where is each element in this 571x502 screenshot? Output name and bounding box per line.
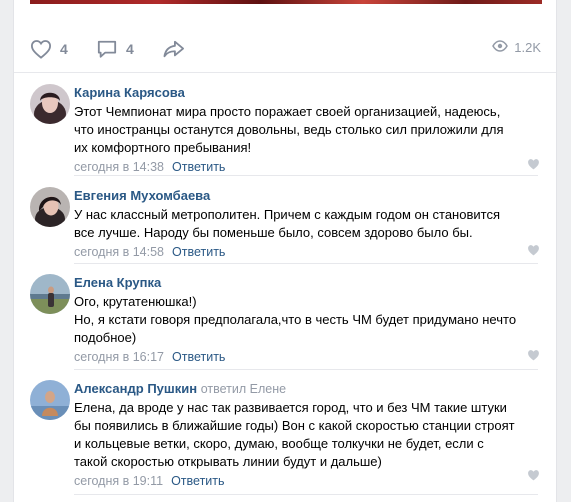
share-button[interactable] bbox=[162, 36, 186, 62]
eye-icon bbox=[492, 40, 509, 55]
comment-separator bbox=[74, 263, 538, 264]
heart-icon bbox=[527, 157, 540, 174]
comment-meta: сегодня в 14:58 Ответить bbox=[74, 243, 540, 261]
comment-text: Этот Чемпионат мира просто поражает свое… bbox=[74, 104, 504, 155]
reply-button[interactable]: Ответить bbox=[171, 474, 224, 488]
comment-timestamp[interactable]: сегодня в 14:38 bbox=[74, 160, 164, 174]
share-arrow-icon bbox=[162, 39, 186, 59]
comment-like-button[interactable] bbox=[527, 243, 540, 261]
comment-separator bbox=[74, 175, 538, 176]
comment-like-button[interactable] bbox=[527, 468, 540, 486]
comment-timestamp[interactable]: сегодня в 19:11 bbox=[74, 474, 163, 488]
views-count: 1.2K bbox=[514, 40, 541, 55]
actions-divider bbox=[14, 72, 556, 73]
comment-button[interactable]: 4 bbox=[96, 36, 134, 62]
comment-text: Ого, крутатенюшка!) Но, я кстати говоря … bbox=[74, 294, 517, 345]
comment-separator bbox=[74, 494, 538, 495]
comment-timestamp[interactable]: сегодня в 16:17 bbox=[74, 350, 164, 364]
heart-icon bbox=[527, 468, 540, 485]
replied-to-label[interactable]: ответил Елене bbox=[201, 382, 286, 396]
post-photo[interactable] bbox=[30, 0, 542, 4]
heart-icon bbox=[527, 348, 540, 365]
comment-timestamp[interactable]: сегодня в 14:58 bbox=[74, 245, 164, 259]
comment-author[interactable]: Елена Крупка bbox=[74, 274, 540, 292]
post-actions-bar: 4 4 1.2K bbox=[14, 32, 556, 68]
post-card: 4 4 1.2K Карина Карясова Этот Чемпионат … bbox=[13, 0, 557, 502]
reply-button[interactable]: Ответить bbox=[172, 350, 225, 364]
reply-button[interactable]: Ответить bbox=[172, 245, 225, 259]
comment-like-button[interactable] bbox=[527, 157, 540, 175]
avatar[interactable] bbox=[30, 84, 70, 124]
comment-author[interactable]: Александр Пушкин ответил Елене bbox=[74, 380, 540, 398]
comment-separator bbox=[74, 369, 538, 370]
avatar[interactable] bbox=[30, 187, 70, 227]
heart-outline-icon bbox=[30, 39, 52, 59]
comment-meta: сегодня в 14:38 Ответить bbox=[74, 158, 540, 176]
comment-author[interactable]: Евгения Мухомбаева bbox=[74, 187, 540, 205]
speech-bubble-icon bbox=[96, 39, 118, 59]
avatar[interactable] bbox=[30, 380, 70, 420]
comment-count: 4 bbox=[126, 41, 134, 57]
heart-icon bbox=[527, 243, 540, 260]
reply-button[interactable]: Ответить bbox=[172, 160, 225, 174]
avatar[interactable] bbox=[30, 274, 70, 314]
views-counter: 1.2K bbox=[492, 40, 541, 55]
comment-text: У нас классный метрополитен. Причем с ка… bbox=[74, 207, 500, 240]
comment-meta: сегодня в 19:11 Ответить bbox=[74, 472, 540, 490]
comment-text: Елена, да вроде у нас так развивается го… bbox=[74, 400, 515, 469]
like-count: 4 bbox=[60, 41, 68, 57]
comment-like-button[interactable] bbox=[527, 348, 540, 366]
comment-author[interactable]: Карина Карясова bbox=[74, 84, 540, 102]
like-button[interactable]: 4 bbox=[30, 36, 68, 62]
comment-meta: сегодня в 16:17 Ответить bbox=[74, 348, 540, 366]
